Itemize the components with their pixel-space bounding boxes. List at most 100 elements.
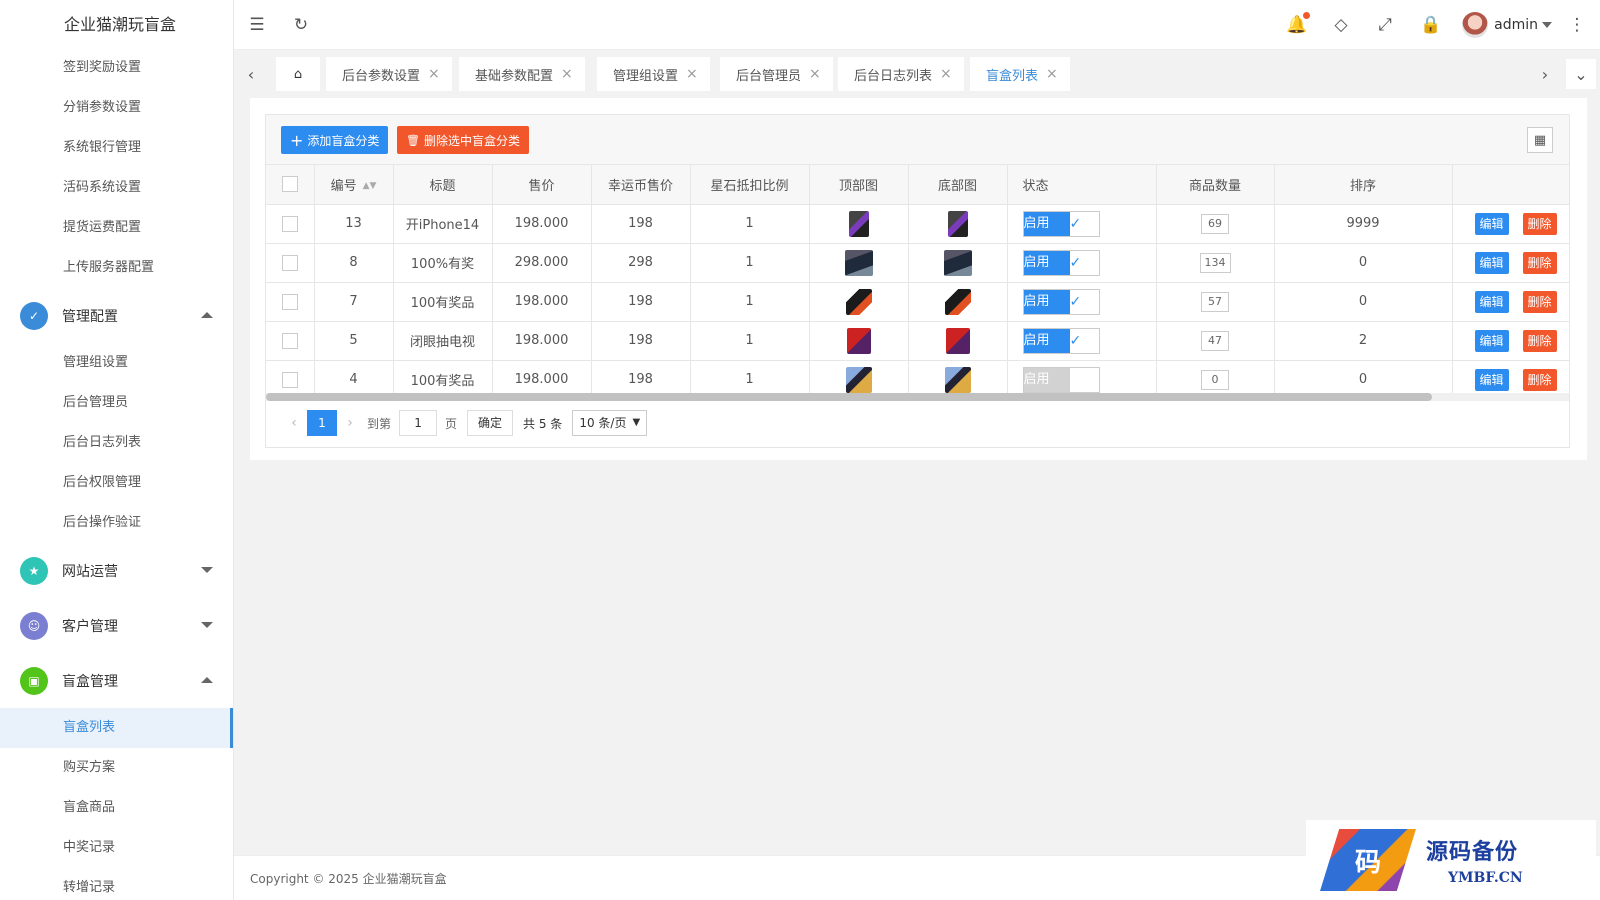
bell-icon[interactable]: 🔔 [1286,12,1310,36]
more-vertical-icon[interactable]: ⋮ [1566,14,1588,36]
row-checkbox[interactable] [281,332,298,349]
delete-button[interactable]: 删除 [1522,329,1557,352]
cell-top-image [809,321,909,361]
cell-id: 5 [314,321,394,361]
next-page-icon[interactable]: › [337,415,363,431]
status-switch[interactable]: 启用 [1022,366,1100,393]
sidebar-item-shipping[interactable]: 提货运费配置 [0,208,233,248]
close-icon[interactable]: × [428,66,440,82]
delete-selected-button[interactable]: 🗑 删除选中盲盒分类 [397,126,529,154]
sidebar-item-checkin-reward[interactable]: 签到奖励设置 [0,48,233,88]
menu-fold-icon[interactable]: ☰ [246,14,268,36]
current-page[interactable]: 1 [307,410,337,436]
page-size-select[interactable]: 10 条/页 ▼ [572,410,648,436]
top-image-thumb[interactable] [848,210,869,237]
sidebar-item-verification[interactable]: 后台操作验证 [0,503,233,543]
tab-logs[interactable]: 后台日志列表 × [838,57,964,91]
bottom-image-thumb[interactable] [947,210,968,237]
close-icon[interactable]: × [1046,66,1058,82]
top-image-thumb[interactable] [845,366,872,393]
cell-actions: 编辑 删除 [1452,243,1569,283]
columns-toggle-icon[interactable]: ▦ [1527,127,1553,153]
header-id[interactable]: 编号 ▲▼ [314,165,394,205]
fullscreen-icon[interactable]: ⤢ [1374,14,1396,36]
delete-button[interactable]: 删除 [1522,251,1557,274]
tab-basic-params[interactable]: 基础参数配置 × [459,57,585,91]
edit-button[interactable]: 编辑 [1474,290,1509,313]
status-switch[interactable]: 启用 ✓ [1022,327,1100,354]
sidebar-group-site[interactable]: ★ 网站运营 [0,543,233,598]
edit-button[interactable]: 编辑 [1474,368,1509,391]
sidebar-item-permissions[interactable]: 后台权限管理 [0,463,233,503]
home-icon[interactable]: ⌂ [276,57,320,91]
close-icon[interactable]: × [686,66,698,82]
user-menu[interactable]: admin [1462,12,1552,38]
refresh-icon[interactable]: ↻ [290,14,312,36]
sidebar-item-admin-group[interactable]: 管理组设置 [0,343,233,383]
sidebar-item-win-records[interactable]: 中奖记录 [0,828,233,868]
sidebar-item-bank[interactable]: 系统银行管理 [0,128,233,168]
goto-confirm-button[interactable]: 确定 [467,410,514,436]
cell-count: 134 [1156,243,1275,283]
cell-ratio: 1 [690,321,810,361]
close-icon[interactable]: × [561,66,573,82]
sidebar-group-blindbox[interactable]: ▣ 盲盒管理 [0,653,233,708]
sidebar-item-purchase-plan[interactable]: 购买方案 [0,748,233,788]
tab-admins[interactable]: 后台管理员 × [720,57,833,91]
row-checkbox[interactable] [281,293,298,310]
tag-icon[interactable]: ◇ [1330,14,1352,36]
sidebar-item-admins[interactable]: 后台管理员 [0,383,233,423]
status-switch[interactable]: 启用 ✓ [1022,249,1100,276]
tabs-next-icon[interactable]: › [1530,59,1560,89]
top-image-thumb[interactable] [844,249,873,276]
sidebar-item-transfer-records[interactable]: 转增记录 [0,868,233,900]
sidebar-item-upload-server[interactable]: 上传服务器配置 [0,248,233,288]
row-checkbox[interactable] [281,215,298,232]
status-switch[interactable]: 启用 ✓ [1022,210,1100,237]
tabs-menu-icon[interactable]: ⌄ [1566,59,1596,89]
row-checkbox[interactable] [281,254,298,271]
close-icon[interactable]: × [809,66,821,82]
lock-icon[interactable]: 🔒 [1420,14,1442,36]
sidebar-group-customer[interactable]: ☺ 客户管理 [0,598,233,653]
tabs-prev-icon[interactable]: ‹ [236,59,266,89]
tab-backend-params[interactable]: 后台参数设置 × [326,57,452,91]
top-image-thumb[interactable] [846,327,871,354]
scrollbar-thumb[interactable] [266,393,1432,401]
bottom-image-thumb[interactable] [944,288,971,315]
star-icon: ★ [20,556,48,585]
edit-button[interactable]: 编辑 [1474,251,1509,274]
sidebar-item-livecode[interactable]: 活码系统设置 [0,168,233,208]
delete-button[interactable]: 删除 [1522,290,1557,313]
tab-admin-group[interactable]: 管理组设置 × [597,57,710,91]
cell-status: 启用 ✓ [1007,204,1157,244]
row-checkbox[interactable] [281,371,298,388]
delete-button[interactable]: 删除 [1522,212,1557,235]
top-image-thumb[interactable] [845,288,872,315]
goto-page-input[interactable]: 1 [399,410,438,436]
sidebar-group-label: 管理配置 [62,308,118,325]
add-category-button[interactable]: + 添加盲盒分类 [281,126,389,154]
delete-button[interactable]: 删除 [1522,368,1557,391]
sidebar-item-logs[interactable]: 后台日志列表 [0,423,233,463]
sidebar-item-distribution[interactable]: 分销参数设置 [0,88,233,128]
bottom-image-thumb[interactable] [943,249,972,276]
prev-page-icon[interactable]: ‹ [281,415,307,431]
sidebar-item-blindbox-list[interactable]: 盲盒列表 [0,708,233,748]
row-checkbox-cell [266,282,315,322]
bottom-image-thumb[interactable] [945,327,970,354]
horizontal-scrollbar[interactable] [266,393,1569,401]
tab-blindbox-list[interactable]: 盲盒列表 × [970,57,1070,91]
cell-id: 8 [314,243,394,283]
edit-button[interactable]: 编辑 [1474,212,1509,235]
caret-down-icon [201,567,213,573]
close-icon[interactable]: × [940,66,952,82]
status-switch[interactable]: 启用 ✓ [1022,288,1100,315]
top-header: ☰ ↻ 🔔 ◇ ⤢ 🔒 admin ⋮ [234,0,1600,50]
sidebar-item-blindbox-goods[interactable]: 盲盒商品 [0,788,233,828]
edit-button[interactable]: 编辑 [1474,329,1509,352]
select-all-checkbox[interactable] [281,176,298,193]
sort-icon[interactable]: ▲▼ [363,181,377,191]
bottom-image-thumb[interactable] [944,366,971,393]
sidebar-group-admin[interactable]: ✓ 管理配置 [0,288,233,343]
